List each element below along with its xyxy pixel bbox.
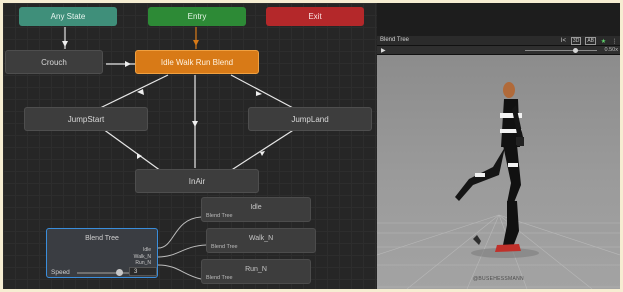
idle-walk-run-blend-node[interactable]: Idle Walk Run Blend <box>135 50 259 74</box>
playback-speed-value: 0.50x <box>604 47 618 53</box>
entry-node[interactable]: Entry <box>148 7 246 26</box>
clip-subtitle: Blend Tree <box>206 213 233 219</box>
idle-walk-run-blend-label: Idle Walk Run Blend <box>160 57 234 67</box>
preview-title: Blend Tree <box>380 37 410 43</box>
blend-tree-node[interactable]: Blend Tree Idle Walk_N Run_N Speed 3 <box>46 228 158 278</box>
arrow-icon <box>137 153 142 159</box>
arrow-icon <box>125 61 131 67</box>
clip-title: Walk_N <box>248 235 274 242</box>
jumpstart-label: JumpStart <box>67 114 105 124</box>
clip-node-walk[interactable]: Walk_N Blend Tree <box>206 228 316 253</box>
exit-label: Exit <box>308 12 322 21</box>
any-state-node[interactable]: Any State <box>19 7 117 26</box>
blend-tree-title: Blend Tree <box>85 235 119 242</box>
arrow-icon <box>192 121 198 127</box>
clip-title: Run_N <box>245 266 267 273</box>
pivot-toggle-icon[interactable]: 3D <box>570 37 582 45</box>
any-state-label: Any State <box>50 12 86 21</box>
camera-toggle-icon[interactable]: AB <box>585 37 596 45</box>
preview-viewport[interactable]: @BUSEHESSMANN <box>377 55 620 289</box>
preview-watermark: @BUSEHESSMANN <box>473 276 524 282</box>
character-preview-scene <box>377 82 620 289</box>
entry-label: Entry <box>187 12 207 21</box>
step-back-icon[interactable]: I< <box>560 37 567 45</box>
menu-icon[interactable]: ⋮ <box>611 37 618 45</box>
clip-subtitle: Blend Tree <box>206 275 233 281</box>
inair-label: InAir <box>188 176 206 186</box>
arrow-icon <box>62 41 68 47</box>
jumpland-state-node[interactable]: JumpLand <box>248 107 372 131</box>
jumpstart-inair-link <box>102 128 162 172</box>
jumpland-label: JumpLand <box>291 114 329 124</box>
blend-walk-link <box>157 244 207 258</box>
animator-graph-canvas[interactable]: Any State Entry Exit Crouch Idle Walk Ru… <box>3 3 377 289</box>
play-icon[interactable]: ▶ <box>381 47 386 54</box>
star-icon[interactable]: ★ <box>600 37 607 45</box>
arrow-icon <box>193 40 199 46</box>
exit-node[interactable]: Exit <box>266 7 364 26</box>
preview-toolbar: I< 3D AB ★ ⋮ <box>560 36 618 46</box>
clip-node-idle[interactable]: Idle Blend Tree <box>201 197 311 222</box>
port-run[interactable]: Run_N <box>135 260 151 266</box>
blend-jumpstart-link <box>97 74 169 110</box>
preview-playback-bar: ▶ 0.50x <box>377 46 620 55</box>
blend-idle-link <box>157 216 202 249</box>
speed-slider-knob[interactable] <box>115 269 123 276</box>
clip-subtitle: Blend Tree <box>211 244 238 250</box>
playback-speed-knob[interactable] <box>573 48 578 53</box>
port-idle[interactable]: Idle <box>143 247 151 253</box>
crouch-state-node[interactable]: Crouch <box>5 50 103 74</box>
inair-jumpland-link <box>229 128 296 172</box>
character-model <box>455 82 524 252</box>
speed-parameter-label: Speed <box>51 269 70 276</box>
jumpstart-state-node[interactable]: JumpStart <box>24 107 148 131</box>
arrow-icon <box>256 91 262 96</box>
crouch-label: Crouch <box>41 57 67 67</box>
playback-speed-track[interactable] <box>525 50 597 51</box>
clip-node-run[interactable]: Run_N Blend Tree <box>201 259 311 284</box>
speed-value-field[interactable]: 3 <box>129 267 157 276</box>
preview-header: Blend Tree I< 3D AB ★ ⋮ <box>377 36 620 46</box>
blend-run-link <box>157 264 202 280</box>
blend-tree-preview-panel: Blend Tree I< 3D AB ★ ⋮ ▶ 0.50x @BUSEHES… <box>377 36 620 289</box>
inair-state-node[interactable]: InAir <box>135 169 259 193</box>
clip-title: Idle <box>250 204 262 211</box>
unity-animator-window: Any State Entry Exit Crouch Idle Walk Ru… <box>3 3 620 289</box>
blend-jumpland-link <box>230 74 296 110</box>
